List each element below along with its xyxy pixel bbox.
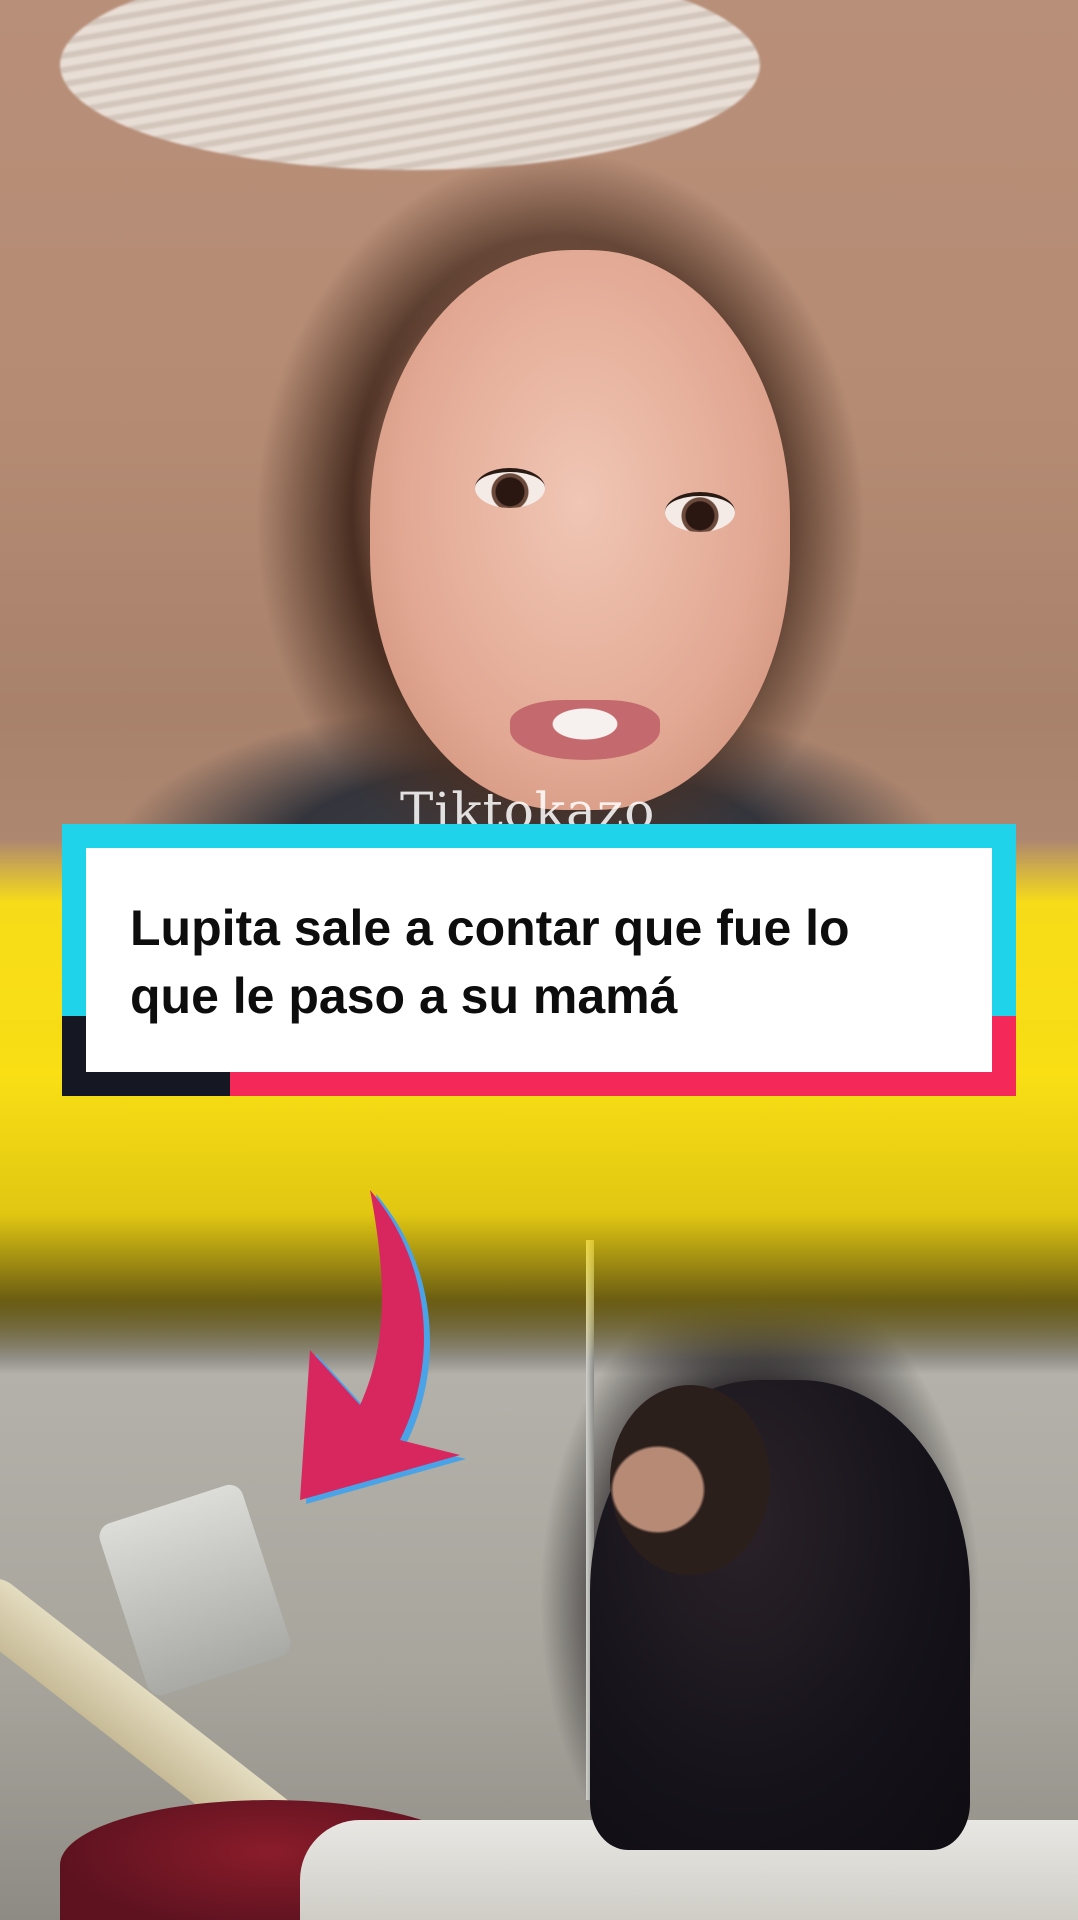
caption-line-2: que le paso a su mamá bbox=[130, 968, 678, 1024]
down-left-arrow-icon bbox=[300, 1190, 466, 1504]
video-frame: Tiktokazo Lupita sale a contar que fue l… bbox=[0, 0, 1078, 1920]
speaker-right-eye bbox=[665, 492, 735, 532]
speaker-mouth bbox=[510, 700, 660, 760]
ceiling-texture bbox=[60, 0, 760, 170]
speaker-left-eye bbox=[475, 468, 545, 508]
caption-card: Lupita sale a contar que fue lo que le p… bbox=[62, 824, 1016, 1096]
caption-box: Lupita sale a contar que fue lo que le p… bbox=[86, 848, 992, 1072]
woman-at-bedside-head bbox=[610, 1385, 770, 1575]
caption-line-1: Lupita sale a contar que fue lo bbox=[130, 900, 850, 956]
